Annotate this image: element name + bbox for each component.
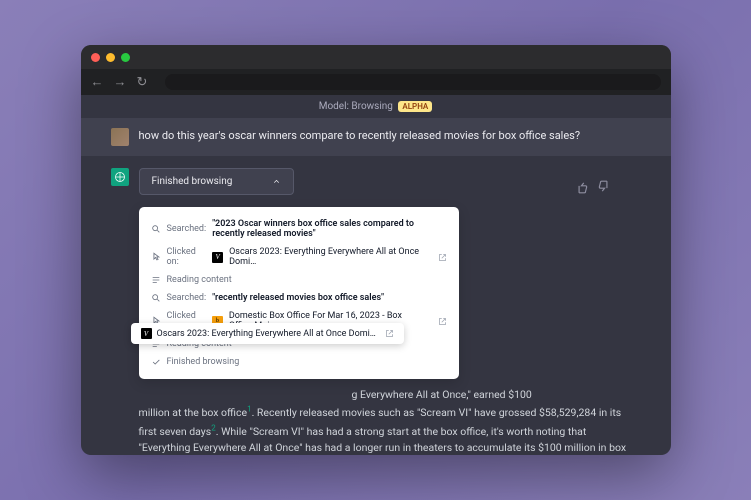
step-label: Finished browsing (167, 357, 240, 367)
user-avatar (111, 128, 129, 146)
step-row: Searched: "recently released movies box … (139, 289, 459, 307)
chevron-up-icon (272, 177, 281, 186)
model-label: Model: Browsing (319, 101, 393, 112)
step-query: "2023 Oscar winners box office sales com… (212, 219, 446, 239)
step-label: Searched: (167, 293, 207, 303)
step-label: Clicked on: (167, 247, 207, 267)
forward-icon[interactable]: → (114, 74, 127, 90)
tooltip-text: Oscars 2023: Everything Everywhere All a… (157, 329, 376, 339)
alpha-badge: ALPHA (398, 101, 432, 112)
site-favicon: V (212, 252, 223, 263)
browsing-steps-panel: Searched: "2023 Oscar winners box office… (139, 207, 459, 379)
assistant-row: Finished browsing Searched: "2023 Oscar … (81, 156, 671, 455)
external-link-icon (438, 253, 447, 262)
step-query: "recently released movies box office sal… (212, 293, 384, 303)
close-dot[interactable] (91, 53, 100, 62)
step-row: Finished browsing (139, 353, 459, 371)
feedback-controls (575, 180, 611, 194)
browser-toolbar: ← → ↻ (81, 69, 671, 95)
assistant-avatar (111, 168, 129, 186)
model-row: Model: Browsing ALPHA (81, 95, 671, 118)
user-message-text: how do this year's oscar winners compare… (139, 128, 581, 145)
thumbs-up-icon[interactable] (575, 180, 589, 194)
reload-icon[interactable]: ↻ (137, 75, 148, 90)
titlebar (81, 45, 671, 69)
citation-2[interactable]: 2 (211, 423, 216, 432)
dropdown-label: Finished browsing (152, 176, 233, 187)
citation-tooltip[interactable]: V Oscars 2023: Everything Everywhere All… (131, 323, 404, 344)
variety-favicon: V (141, 328, 152, 339)
step-label: Reading content (167, 275, 232, 285)
citation-1[interactable]: 1 (247, 405, 252, 414)
step-label: Searched: (167, 224, 207, 234)
step-row[interactable]: Clicked on: V Oscars 2023: Everything Ever… (139, 243, 459, 271)
maximize-dot[interactable] (121, 53, 130, 62)
external-link-icon (385, 329, 394, 338)
response-line1: g Everywhere All at Once," earned $100 (139, 387, 641, 404)
minimize-dot[interactable] (106, 53, 115, 62)
url-bar[interactable] (165, 74, 660, 90)
back-icon[interactable]: ← (91, 74, 104, 90)
assistant-content: Finished browsing Searched: "2023 Oscar … (139, 168, 641, 455)
browser-window: ← → ↻ Model: Browsing ALPHA how do this … (81, 45, 671, 455)
step-row: Reading content (139, 271, 459, 289)
page-content: Model: Browsing ALPHA how do this year's… (81, 95, 671, 455)
assistant-response: g Everywhere All at Once," earned $100 m… (139, 387, 641, 455)
step-link: Oscars 2023: Everything Everywhere All a… (229, 247, 427, 267)
thumbs-down-icon[interactable] (597, 180, 611, 194)
user-message-row: how do this year's oscar winners compare… (81, 118, 671, 156)
step-row: Searched: "2023 Oscar winners box office… (139, 215, 459, 243)
external-link-icon (438, 317, 447, 326)
browsing-dropdown[interactable]: Finished browsing (139, 168, 295, 195)
response-rest: million at the box office1. Recently rel… (139, 406, 627, 455)
